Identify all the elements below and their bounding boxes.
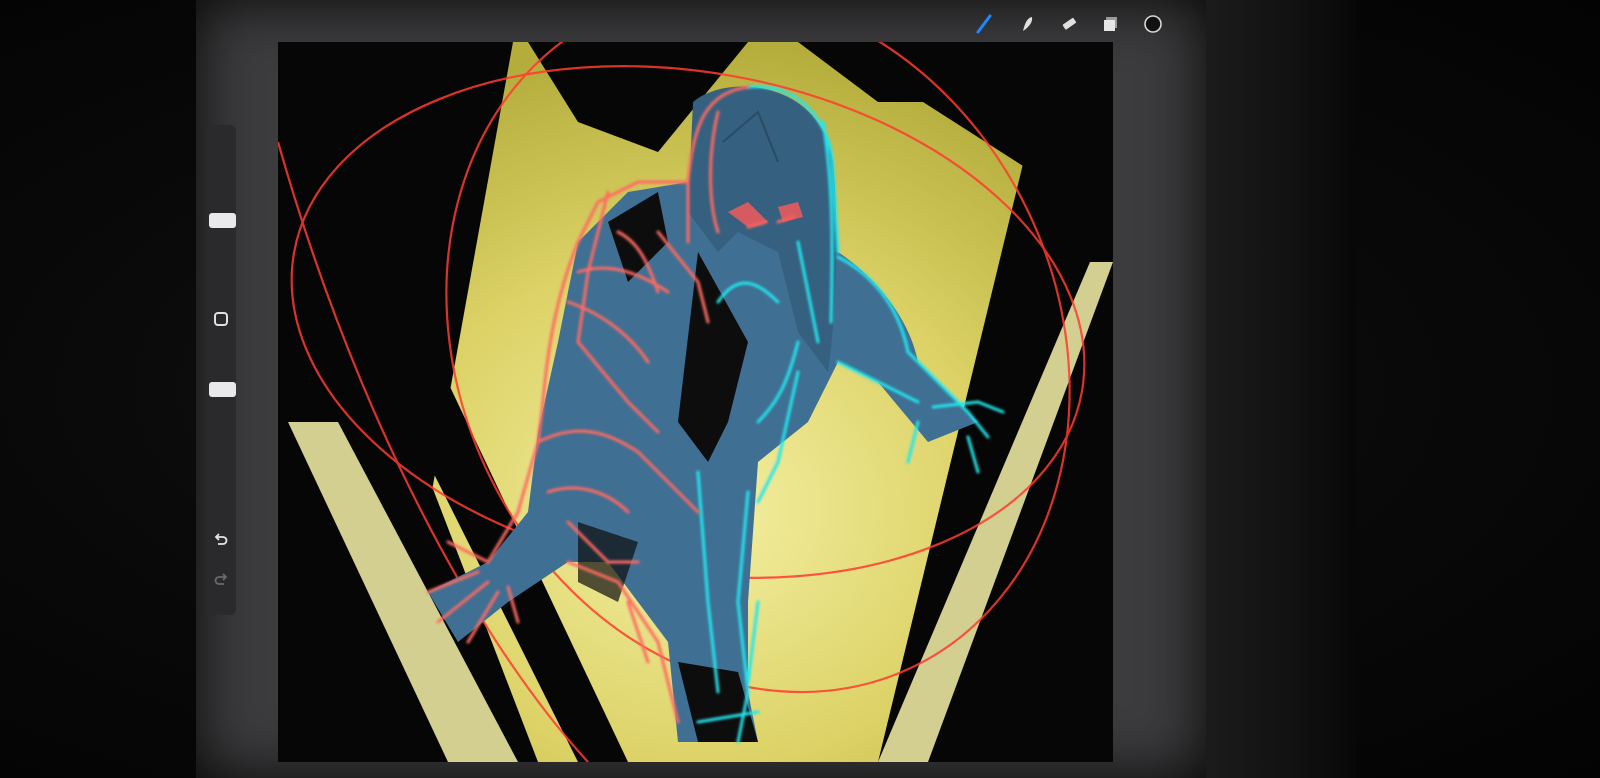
brush-icon[interactable] (975, 14, 995, 34)
modify-square-icon[interactable] (211, 309, 231, 329)
opacity-slider[interactable] (209, 382, 236, 397)
eraser-icon[interactable] (1059, 14, 1079, 34)
brush-size-slider[interactable] (209, 213, 236, 228)
photo-scene (0, 0, 1600, 778)
layers-icon[interactable] (1101, 14, 1121, 34)
top-toolbar (975, 6, 1163, 42)
left-sidebar (206, 125, 236, 615)
canvas-artwork (278, 42, 1113, 762)
smudge-icon[interactable] (1017, 14, 1037, 34)
drawing-canvas[interactable] (278, 42, 1113, 762)
undo-icon[interactable] (211, 530, 231, 550)
redo-icon[interactable] (211, 570, 231, 590)
tablet-bezel (1206, 0, 1356, 778)
color-swatch-icon[interactable] (1143, 14, 1163, 34)
